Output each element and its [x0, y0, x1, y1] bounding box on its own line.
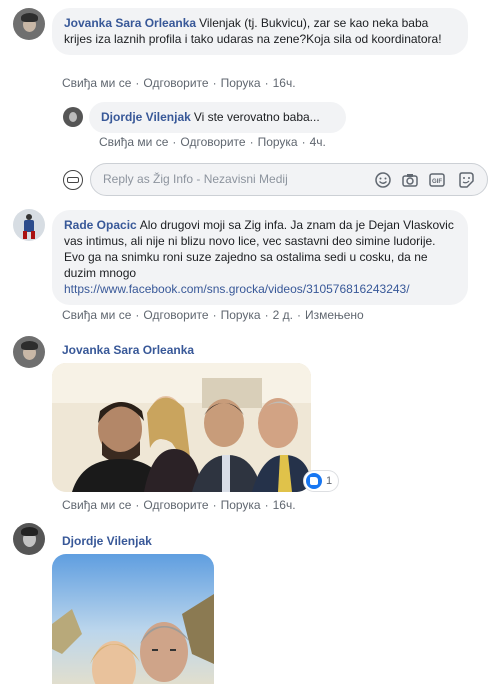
reply-button[interactable]: Одговорите	[143, 308, 208, 322]
video-link[interactable]: https://www.facebook.com/sns.grocka/vide…	[64, 282, 410, 296]
avatar[interactable]	[13, 8, 45, 40]
comment-text: Vi ste verovatno baba...	[193, 110, 320, 124]
reaction-number: 1	[326, 475, 333, 487]
avatar[interactable]	[13, 523, 45, 555]
timestamp[interactable]: 16ч.	[273, 76, 296, 90]
timestamp[interactable]: 16ч.	[273, 498, 296, 512]
comment-bubble: Djordje Vilenjak Vi ste verovatno baba...	[89, 102, 346, 133]
page-avatar	[63, 170, 83, 190]
reply-button[interactable]: Одговорите	[143, 76, 208, 90]
reaction-count[interactable]: 1	[304, 471, 339, 491]
reply-placeholder: Reply as Žig Info - Nezavisni Medij	[103, 172, 288, 186]
comment-author[interactable]: Djordje Vilenjak	[101, 110, 191, 124]
comment-photo[interactable]	[52, 554, 214, 684]
timestamp[interactable]: 4ч.	[310, 135, 326, 149]
sticker-icon[interactable]	[457, 171, 475, 189]
svg-text:GIF: GIF	[432, 179, 442, 185]
message-button[interactable]: Порука	[221, 498, 261, 512]
timestamp[interactable]: 2 д.	[273, 308, 293, 322]
edited-label[interactable]: Измењено	[305, 308, 364, 322]
reply-input[interactable]: Reply as Žig Info - Nezavisni Medij GIF	[90, 163, 488, 196]
comment-actions: Свиђа ми се · Одговорите · Порука · 2 д. · Измењ…	[62, 308, 364, 322]
comment-bubble: Rade Opacic Alo drugovi moji sa Zig infa.…	[52, 210, 468, 305]
reply-button[interactable]: Одговорите	[180, 135, 245, 149]
comment-bubble: Jovanka Sara Orleanka Vilenjak (tj. Bukvi…	[52, 8, 468, 55]
like-button[interactable]: Свиђа ми се	[99, 135, 168, 149]
like-icon	[306, 473, 322, 489]
comment-photo[interactable]	[52, 363, 311, 492]
like-button[interactable]: Свиђа ми се	[62, 308, 131, 322]
comment-author[interactable]: Jovanka Sara Orleanka	[62, 343, 194, 357]
avatar[interactable]	[63, 107, 83, 127]
message-button[interactable]: Порука	[221, 308, 261, 322]
comment-actions: Свиђа ми се · Одговорите · Порука · 4ч.	[99, 135, 326, 149]
message-button[interactable]: Порука	[221, 76, 261, 90]
comment-actions: Свиђа ми се · Одговорите · Порука · 16ч.	[62, 498, 296, 512]
comment-author[interactable]: Rade Opacic	[64, 218, 137, 232]
avatar[interactable]	[13, 209, 45, 241]
like-button[interactable]: Свиђа ми се	[62, 498, 131, 512]
gif-icon[interactable]: GIF	[428, 171, 446, 189]
comment-author[interactable]: Djordje Vilenjak	[62, 534, 152, 548]
comment-author[interactable]: Jovanka Sara Orleanka	[64, 16, 196, 30]
like-button[interactable]: Свиђа ми се	[62, 76, 131, 90]
avatar[interactable]	[13, 336, 45, 368]
emoji-icon[interactable]	[374, 171, 392, 189]
reply-button[interactable]: Одговорите	[143, 498, 208, 512]
message-button[interactable]: Порука	[258, 135, 298, 149]
comment-actions: Свиђа ми се · Одговорите · Порука · 16ч.	[62, 76, 296, 90]
camera-icon[interactable]	[401, 171, 419, 189]
